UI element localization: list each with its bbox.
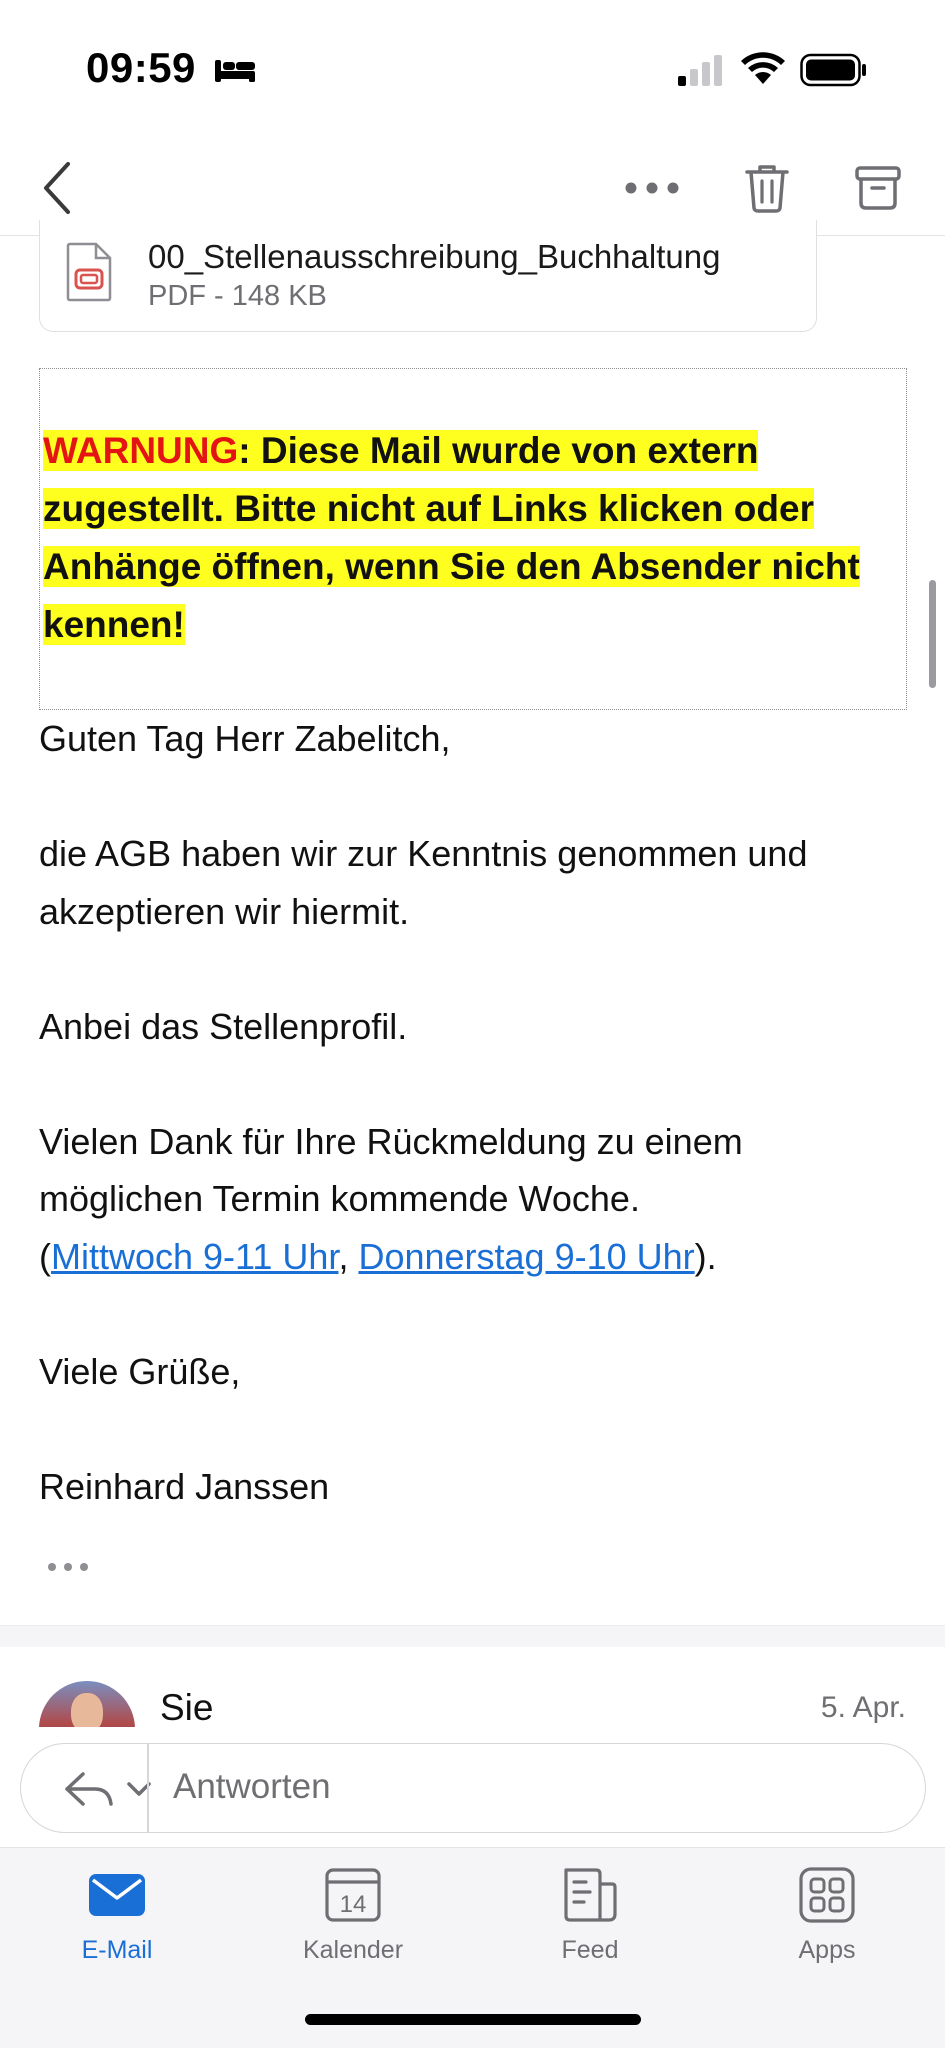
link-thursday[interactable]: Donnerstag 9-10 Uhr — [358, 1236, 694, 1277]
mail-icon — [89, 1874, 145, 1916]
scroll-indicator — [929, 580, 936, 688]
battery-icon — [800, 53, 866, 87]
reply-area: Antworten — [0, 1727, 945, 1847]
trash-icon — [745, 165, 789, 213]
reply-options-button[interactable] — [45, 1744, 155, 1834]
mail-body: Guten Tag Herr Zabelitch, die AGB haben … — [39, 710, 909, 1515]
tab-calendar[interactable]: 14 Kalender — [273, 1866, 433, 1986]
body-paragraph: Vielen Dank für Ihre Rückmeldung zu eine… — [39, 1120, 743, 1220]
warning-label: WARNUNG — [43, 430, 239, 471]
external-warning-banner: WARNUNG: Diese Mail wurde von extern zug… — [39, 368, 907, 710]
more-horizontal-icon — [625, 182, 679, 194]
apps-icon — [799, 1867, 855, 1923]
message-separator — [0, 1625, 945, 1647]
sender-name: Sie — [160, 1687, 214, 1727]
warning-text: WARNUNG: Diese Mail wurde von extern zug… — [43, 422, 903, 654]
appointment-options: (Mittwoch 9-11 Uhr, Donnerstag 9-10 Uhr)… — [39, 1235, 717, 1277]
body-paragraph: die AGB haben wir zur Kenntnis genommen … — [39, 833, 808, 932]
reply-placeholder: Antworten — [173, 1767, 331, 1806]
pdf-file-icon — [66, 242, 112, 302]
avatar — [39, 1681, 135, 1727]
feed-icon — [564, 1868, 617, 1922]
status-bar: 09:59 — [0, 0, 945, 140]
attachment-card[interactable]: 00_Stellenausschreibung_Buchhaltung PDF … — [39, 220, 817, 332]
message-date: 5. Apr. — [820, 1691, 906, 1724]
signal-icon — [678, 55, 722, 86]
chevron-left-icon — [44, 162, 70, 214]
home-indicator — [305, 2014, 641, 2025]
show-quoted-text-button[interactable] — [46, 1560, 90, 1574]
chevron-down-icon — [127, 1782, 151, 1796]
link-wednesday[interactable]: Mittwoch 9-11 Uhr — [51, 1236, 338, 1277]
reply-arrow-icon — [65, 1772, 113, 1806]
closing: Viele Grüße, — [39, 1350, 241, 1392]
tab-feed[interactable]: Feed — [510, 1866, 670, 1986]
next-message-header[interactable]: Sie 5. Apr. — [0, 1647, 945, 1727]
reply-input[interactable]: Antworten — [20, 1743, 926, 1833]
attachment-meta: PDF - 148 KB — [148, 280, 327, 312]
svg-text:14: 14 — [340, 1891, 367, 1918]
archive-button[interactable] — [838, 140, 918, 236]
tab-email[interactable]: E-Mail — [37, 1866, 197, 1986]
calendar-icon: 14 — [325, 1868, 381, 1922]
status-time: 09:59 — [86, 44, 196, 91]
greeting: Guten Tag Herr Zabelitch, — [39, 718, 451, 759]
tab-apps[interactable]: Apps — [747, 1866, 907, 1986]
attachment-name: 00_Stellenausschreibung_Buchhaltung — [148, 238, 721, 275]
wifi-icon — [741, 52, 785, 84]
archive-icon — [855, 166, 901, 210]
body-paragraph: Anbei das Stellenprofil. — [39, 1005, 408, 1047]
signature: Reinhard Janssen — [39, 1465, 330, 1507]
bed-icon — [215, 60, 255, 82]
